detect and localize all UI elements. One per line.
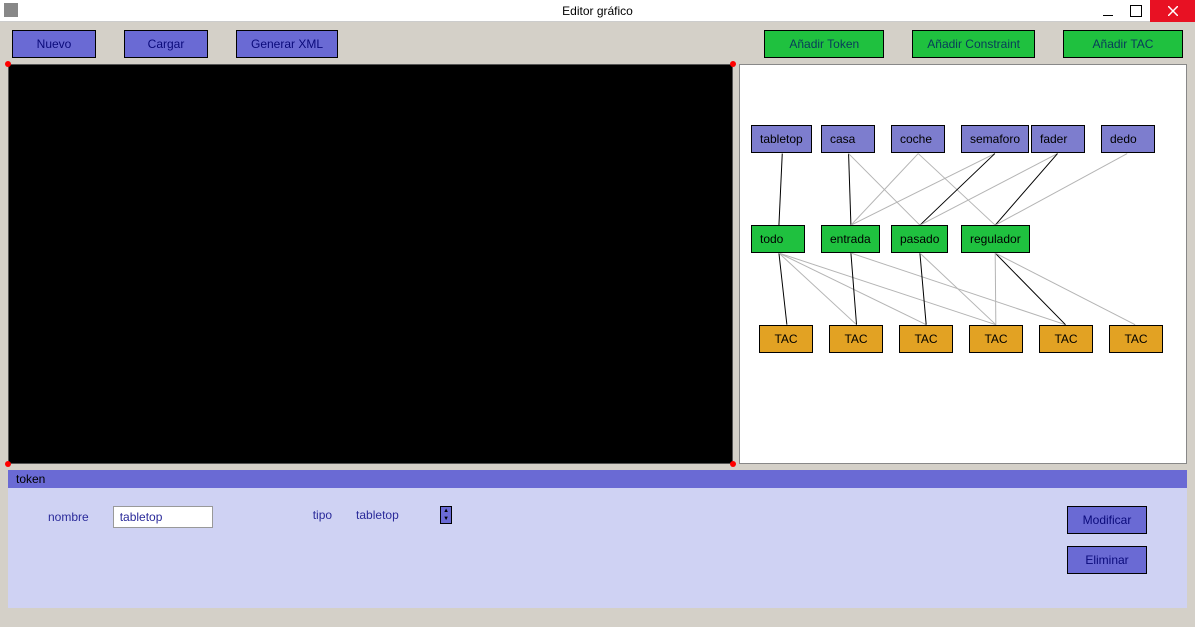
token-node-fader[interactable]: fader	[1031, 125, 1085, 153]
token-node-semaforo[interactable]: semaforo	[961, 125, 1029, 153]
tipo-value: tabletop	[356, 508, 416, 522]
nombre-label: nombre	[48, 510, 89, 524]
canvas-container	[8, 64, 733, 464]
eliminar-button[interactable]: Eliminar	[1067, 546, 1147, 574]
anadir-tac-button[interactable]: Añadir TAC	[1063, 30, 1183, 58]
resize-handle-tr[interactable]	[730, 61, 736, 67]
generar-xml-button[interactable]: Generar XML	[236, 30, 338, 58]
chevron-up-icon: ▲	[443, 508, 449, 514]
window-title: Editor gráfico	[562, 4, 633, 18]
anadir-token-button[interactable]: Añadir Token	[764, 30, 884, 58]
window-close-button[interactable]	[1150, 0, 1195, 22]
token-node-dedo[interactable]: dedo	[1101, 125, 1155, 153]
tac-node-tac0[interactable]: TAC	[759, 325, 813, 353]
resize-handle-tl[interactable]	[5, 61, 11, 67]
constraint-node-entrada[interactable]: entrada	[821, 225, 880, 253]
tac-node-tac5[interactable]: TAC	[1109, 325, 1163, 353]
resize-handle-br[interactable]	[730, 461, 736, 467]
section-header: token	[8, 470, 1187, 488]
tipo-label: tipo	[313, 508, 332, 522]
resize-handle-bl[interactable]	[5, 461, 11, 467]
toolbar: Nuevo Cargar Generar XML Añadir Token Añ…	[0, 22, 1195, 64]
tipo-stepper[interactable]: ▲ ▼	[440, 506, 452, 524]
token-node-tabletop[interactable]: tabletop	[751, 125, 812, 153]
tac-node-tac1[interactable]: TAC	[829, 325, 883, 353]
form-panel: nombre tipo tabletop ▲ ▼ Modificar Elimi…	[8, 488, 1187, 608]
token-node-casa[interactable]: casa	[821, 125, 875, 153]
graph-panel[interactable]: tabletop casa coche semaforofader dedo todoen…	[739, 64, 1187, 464]
tac-node-tac2[interactable]: TAC	[899, 325, 953, 353]
canvas[interactable]	[8, 64, 733, 464]
constraint-node-pasado[interactable]: pasado	[891, 225, 948, 253]
token-node-coche[interactable]: coche	[891, 125, 945, 153]
nuevo-button[interactable]: Nuevo	[12, 30, 96, 58]
anadir-constraint-button[interactable]: Añadir Constraint	[912, 30, 1035, 58]
modificar-button[interactable]: Modificar	[1067, 506, 1147, 534]
chevron-down-icon: ▼	[443, 516, 449, 522]
tac-node-tac3[interactable]: TAC	[969, 325, 1023, 353]
window-titlebar: Editor gráfico	[0, 0, 1195, 22]
app-icon	[4, 3, 18, 17]
nombre-input[interactable]	[113, 506, 213, 528]
constraint-node-todo[interactable]: todo	[751, 225, 805, 253]
tac-node-tac4[interactable]: TAC	[1039, 325, 1093, 353]
constraint-node-regulador[interactable]: regulador	[961, 225, 1030, 253]
window-minimize-button[interactable]	[1094, 0, 1122, 22]
cargar-button[interactable]: Cargar	[124, 30, 208, 58]
window-maximize-button[interactable]	[1122, 0, 1150, 22]
